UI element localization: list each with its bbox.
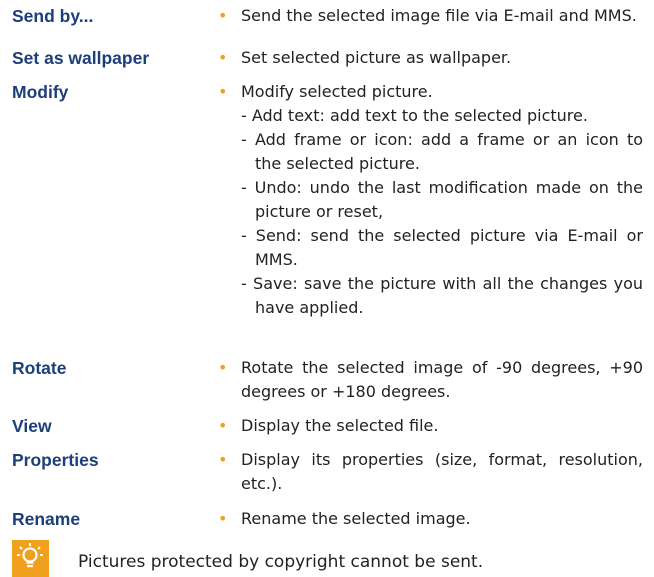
desc-line: picture or reset, bbox=[255, 202, 384, 221]
term-set-as-wallpaper: Set as wallpaper bbox=[12, 48, 150, 68]
desc-line: Set selected picture as wallpaper. bbox=[241, 48, 512, 67]
term-rotate: Rotate bbox=[12, 358, 67, 378]
desc-send-by: Send the selected image file via E-mail … bbox=[241, 4, 643, 28]
bullet: • bbox=[218, 6, 228, 25]
term-view: View bbox=[12, 416, 52, 436]
desc-line: - Undo: undo the last modification made … bbox=[241, 178, 643, 197]
desc-line: have applied. bbox=[255, 298, 364, 317]
desc-line: Rename the selected image. bbox=[241, 509, 471, 528]
copyright-note: Pictures protected by copyright cannot b… bbox=[78, 552, 484, 572]
term-modify: Modify bbox=[12, 82, 69, 102]
term-rename: Rename bbox=[12, 509, 81, 529]
term-properties: Properties bbox=[12, 450, 99, 470]
desc-rotate: Rotate the selected image of -90 degrees… bbox=[241, 356, 643, 404]
desc-line: Display its properties (size, format, re… bbox=[241, 450, 643, 469]
desc-set-as-wallpaper: Set selected picture as wallpaper. bbox=[241, 46, 643, 70]
desc-line: Display the selected file. bbox=[241, 416, 439, 435]
desc-line: Modify selected picture. bbox=[241, 82, 433, 101]
term-send-by: Send by... bbox=[12, 6, 94, 26]
desc-line: - Add frame or icon: add a frame or an i… bbox=[241, 130, 643, 149]
desc-view: Display the selected file. bbox=[241, 414, 643, 438]
desc-properties: Display its properties (size, format, re… bbox=[241, 448, 643, 496]
desc-line: the selected picture. bbox=[255, 154, 420, 173]
desc-line: degrees or +180 degrees. bbox=[241, 382, 451, 401]
bullet: • bbox=[218, 358, 228, 377]
desc-line: - Add text: add text to the selected pic… bbox=[241, 106, 588, 125]
desc-modify: Modify selected picture. - Add text: add… bbox=[241, 80, 643, 320]
bullet: • bbox=[218, 509, 228, 528]
desc-line: Rotate the selected image of -90 degrees… bbox=[241, 358, 643, 377]
desc-line: - Save: save the picture with all the ch… bbox=[241, 274, 643, 293]
desc-line: etc.). bbox=[241, 474, 283, 493]
bullet: • bbox=[218, 416, 228, 435]
desc-line: Send the selected image file via E-mail … bbox=[241, 6, 637, 25]
desc-rename: Rename the selected image. bbox=[241, 507, 643, 531]
desc-line: - Send: send the selected picture via E-… bbox=[241, 226, 643, 245]
bullet: • bbox=[218, 48, 228, 67]
bullet: • bbox=[218, 450, 228, 469]
tip-icon bbox=[12, 540, 49, 577]
desc-line: MMS. bbox=[255, 250, 298, 269]
bullet: • bbox=[218, 82, 228, 101]
